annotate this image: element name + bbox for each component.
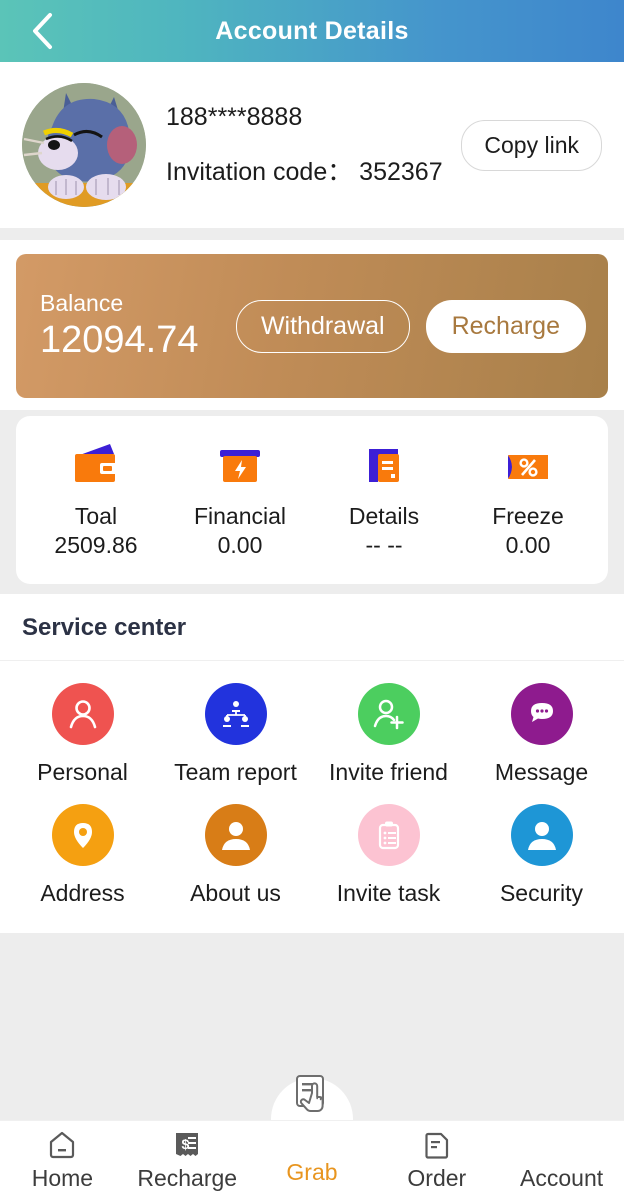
person-icon	[52, 683, 114, 745]
service-center-title: Service center	[0, 594, 624, 661]
order-doc-icon	[421, 1127, 453, 1163]
stat-item-toal[interactable]: Toal 2509.86	[24, 442, 168, 560]
invitation-code-value: 352367	[359, 158, 442, 186]
nav-item-grab[interactable]: Grab	[250, 1121, 375, 1186]
stat-label: Freeze	[492, 502, 564, 531]
service-label: Team report	[174, 759, 297, 786]
invitation-code-line: Invitation code： 352367	[166, 159, 461, 187]
app-header: Account Details	[0, 0, 624, 62]
service-row: Address About us	[6, 804, 618, 907]
home-icon	[46, 1127, 78, 1163]
service-center-section: Service center Personal	[0, 594, 624, 933]
phone-number: 188****8888	[166, 104, 461, 132]
account-details-screen: Account Details	[0, 0, 624, 1197]
clipboard-icon	[358, 804, 420, 866]
service-label: Invite task	[337, 880, 441, 907]
withdrawal-button[interactable]: Withdrawal	[236, 300, 410, 353]
service-item-invite-friend[interactable]: Invite friend	[312, 683, 465, 786]
nav-label: Grab	[286, 1159, 337, 1186]
copy-link-button[interactable]: Copy link	[461, 120, 602, 171]
stat-value: 0.00	[506, 531, 551, 560]
details-icon	[358, 442, 410, 490]
service-item-security[interactable]: Security	[465, 804, 618, 907]
nav-label: Recharge	[137, 1165, 237, 1192]
page-title: Account Details	[215, 17, 408, 46]
service-label: Message	[495, 759, 588, 786]
recharge-button[interactable]: Recharge	[426, 300, 586, 353]
stat-item-details[interactable]: Details -- --	[312, 442, 456, 560]
nav-item-home[interactable]: Home	[0, 1121, 125, 1192]
stats-card: Toal 2509.86 Financial 0.00	[16, 416, 608, 584]
balance-section: Balance 12094.74 Withdrawal Recharge	[0, 240, 624, 410]
chevron-left-icon	[31, 12, 53, 50]
nav-item-recharge[interactable]: $ Recharge	[125, 1121, 250, 1192]
person-plus-icon	[358, 683, 420, 745]
nav-label: Order	[407, 1165, 466, 1192]
nav-label: Home	[32, 1165, 93, 1192]
avatar-icon	[511, 804, 573, 866]
profile-text: 188****8888 Invitation code： 352367	[166, 104, 461, 187]
org-chart-icon	[205, 683, 267, 745]
service-label: Invite friend	[329, 759, 448, 786]
financial-icon	[214, 442, 266, 490]
cat-avatar	[22, 83, 146, 207]
service-label: Address	[40, 880, 124, 907]
nav-item-account[interactable]: Account	[499, 1121, 624, 1192]
stat-value: 2509.86	[54, 531, 137, 560]
stat-label: Details	[349, 502, 419, 531]
nav-item-order[interactable]: Order	[374, 1121, 499, 1192]
service-label: About us	[190, 880, 281, 907]
nav-label: Account	[520, 1165, 603, 1192]
service-label: Security	[500, 880, 583, 907]
stat-item-freeze[interactable]: Freeze 0.00	[456, 442, 600, 560]
service-row: Personal Team report	[6, 683, 618, 786]
avatar-icon	[205, 804, 267, 866]
chat-bubble-icon	[511, 683, 573, 745]
section-divider	[0, 228, 624, 240]
back-button[interactable]	[18, 0, 66, 62]
balance-card: Balance 12094.74 Withdrawal Recharge	[16, 254, 608, 398]
stat-item-financial[interactable]: Financial 0.00	[168, 442, 312, 560]
invitation-code-label: Invitation code：	[166, 158, 352, 186]
service-label: Personal	[37, 759, 128, 786]
stat-label: Financial	[194, 502, 286, 531]
map-pin-icon	[52, 804, 114, 866]
freeze-icon	[502, 442, 554, 490]
receipt-icon: $	[171, 1127, 203, 1163]
service-item-about-us[interactable]: About us	[159, 804, 312, 907]
grab-hand-icon	[288, 1077, 336, 1113]
avatar[interactable]	[22, 83, 146, 207]
service-item-address[interactable]: Address	[6, 804, 159, 907]
balance-info: Balance 12094.74	[40, 290, 236, 362]
page-filler	[0, 933, 624, 1053]
service-item-invite-task[interactable]: Invite task	[312, 804, 465, 907]
service-item-personal[interactable]: Personal	[6, 683, 159, 786]
service-item-message[interactable]: Message	[465, 683, 618, 786]
wallet-icon	[70, 442, 122, 490]
service-grid: Personal Team report	[0, 661, 624, 933]
stat-label: Toal	[75, 502, 117, 531]
profile-section: 188****8888 Invitation code： 352367 Copy…	[0, 62, 624, 228]
service-item-team-report[interactable]: Team report	[159, 683, 312, 786]
balance-label: Balance	[40, 290, 236, 316]
stat-value: 0.00	[218, 531, 263, 560]
balance-amount: 12094.74	[40, 320, 236, 362]
stats-section: Toal 2509.86 Financial 0.00	[0, 410, 624, 594]
bottom-nav: Home $ Recharge	[0, 1120, 624, 1197]
stat-value: -- --	[365, 531, 402, 560]
